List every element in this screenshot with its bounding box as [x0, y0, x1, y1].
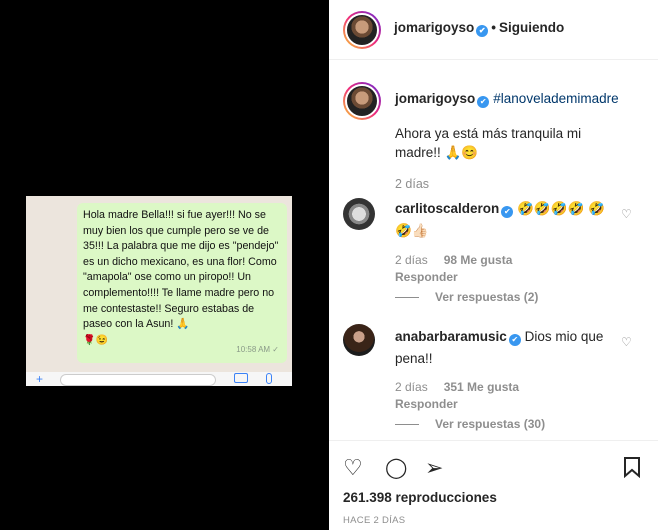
reply-button[interactable]: Responder	[395, 397, 458, 411]
chat-input-bar: +	[26, 372, 292, 386]
view-replies-button[interactable]: Ver respuestas (2)	[395, 290, 538, 304]
views-count[interactable]: 261.398 reproducciones	[343, 490, 497, 505]
verified-icon: ✔	[508, 334, 521, 346]
commenter-avatar[interactable]	[343, 198, 375, 230]
divider-line	[395, 424, 419, 426]
author-username[interactable]: jomarigoyso	[394, 20, 474, 35]
verified-icon: ✔	[501, 206, 514, 218]
reply-button[interactable]: Responder	[395, 270, 458, 284]
posted-time: HACE 2 DÍAS	[343, 515, 406, 526]
comment-time[interactable]: 2 días	[395, 380, 428, 394]
caption-hashtag[interactable]: #lanovelademimadre	[493, 91, 618, 106]
verified-icon: ✔	[477, 96, 490, 108]
comment-like-icon[interactable]: ♡	[621, 336, 633, 348]
comment-icon[interactable]: ◯	[385, 456, 407, 480]
microphone-icon	[266, 373, 272, 384]
comment-time[interactable]: 2 días	[395, 253, 428, 267]
message-emojis: 🌹😉	[83, 334, 108, 346]
comment-likes[interactable]: 351 Me gusta	[444, 380, 519, 394]
verified-icon: ✔	[476, 25, 489, 37]
like-icon[interactable]: ♡	[343, 456, 363, 480]
chat-input-field	[60, 374, 216, 386]
post-actions: ♡ ◯ ➢ 261.398 reproducciones HACE 2 DÍAS	[329, 440, 658, 530]
divider-line	[395, 297, 419, 299]
plus-icon: +	[36, 372, 44, 386]
post-header: jomarigoyso ✔ • Siguiendo	[329, 0, 658, 60]
commenter-avatar[interactable]	[343, 324, 375, 356]
author-avatar[interactable]	[343, 11, 381, 49]
comment-username[interactable]: carlitoscalderon	[395, 201, 499, 216]
post-sidebar: jomarigoyso ✔ • Siguiendo jomarigoyso ✔ #lano…	[329, 0, 658, 530]
view-replies-button[interactable]: Ver respuestas (30)	[395, 417, 545, 431]
save-icon[interactable]	[623, 456, 641, 485]
comment-username[interactable]: anabarbaramusic	[395, 329, 507, 344]
chat-screenshot: Hola madre Bella!!! si fue ayer!!! No se…	[26, 196, 292, 386]
share-icon[interactable]: ➢	[425, 456, 443, 480]
caption-text: Ahora ya está más tranquila mi madre!! 🙏…	[395, 126, 582, 160]
comment-like-icon[interactable]: ♡	[621, 208, 633, 220]
message-bubble: Hola madre Bella!!! si fue ayer!!! No se…	[77, 203, 287, 363]
caption-username[interactable]: jomarigoyso	[395, 91, 475, 106]
follow-status-button[interactable]: Siguiendo	[499, 20, 564, 35]
message-time: 10:58 AM ✓	[236, 345, 279, 355]
camera-icon	[234, 373, 248, 383]
comment-likes[interactable]: 98 Me gusta	[444, 253, 513, 267]
caption-time[interactable]: 2 días	[395, 177, 429, 191]
message-text: Hola madre Bella!!! si fue ayer!!! No se…	[83, 209, 279, 331]
caption-avatar[interactable]	[343, 82, 381, 120]
post-media[interactable]: Hola madre Bella!!! si fue ayer!!! No se…	[0, 0, 329, 530]
